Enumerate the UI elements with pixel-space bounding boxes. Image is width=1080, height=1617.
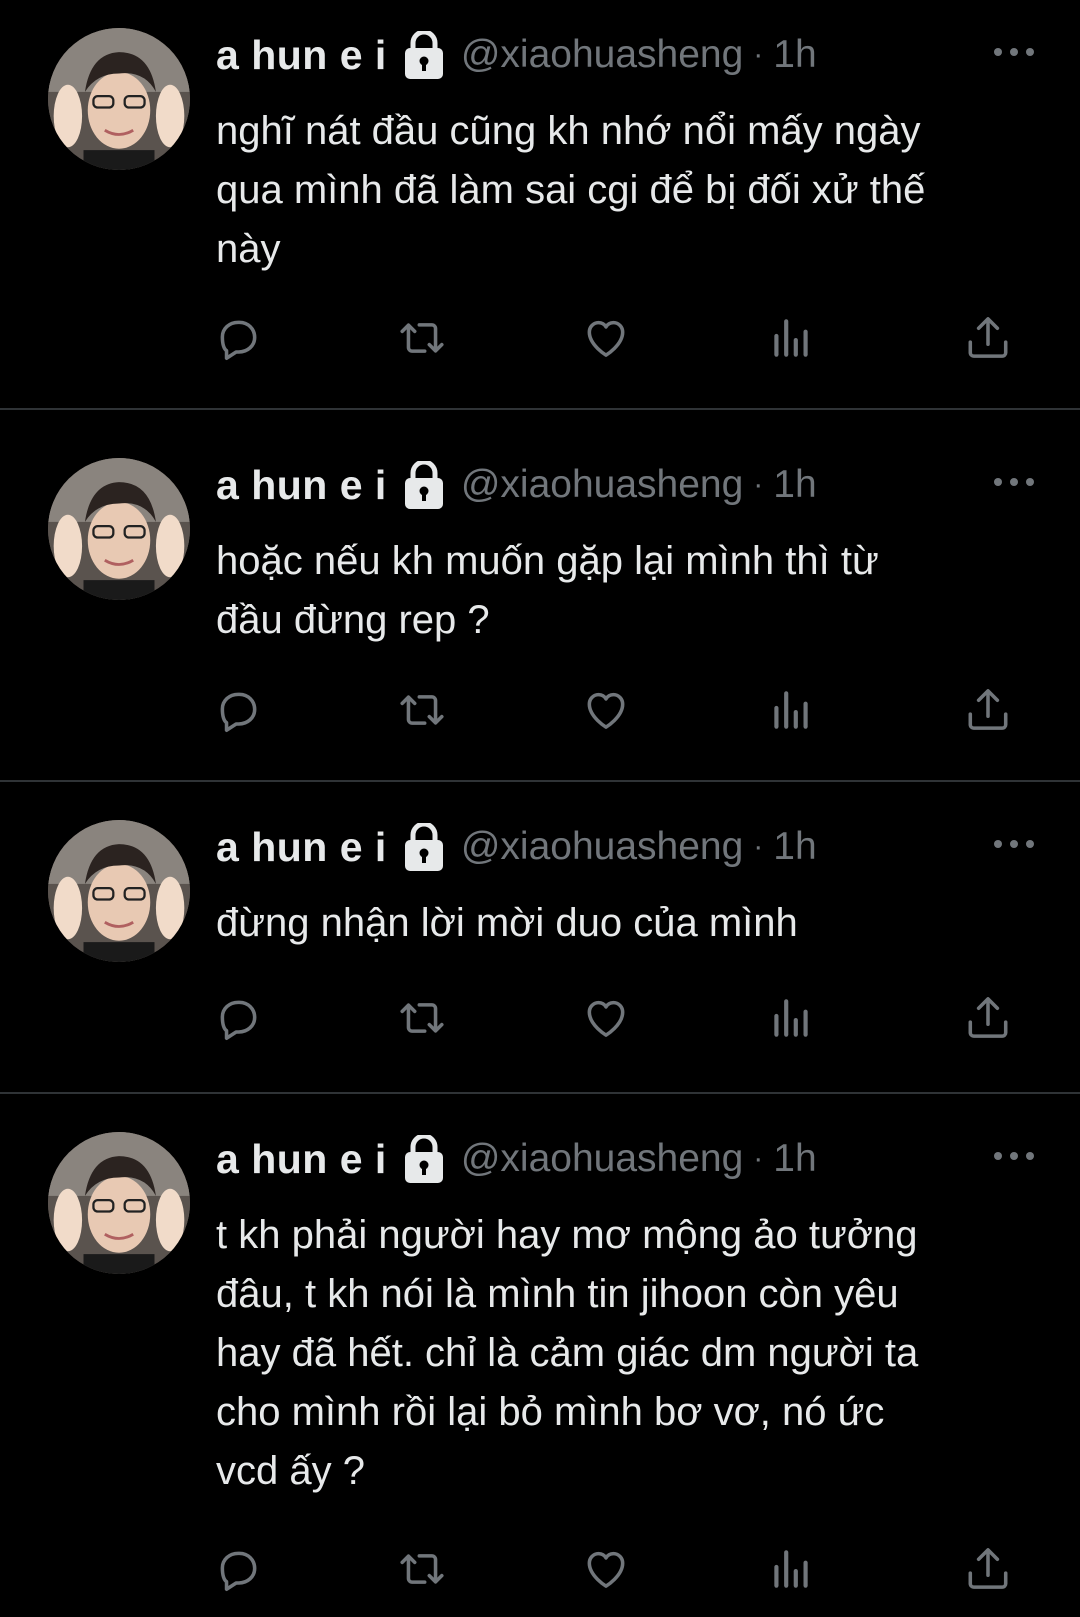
lock-icon — [404, 29, 443, 79]
handle[interactable]: @xiaohuasheng — [461, 463, 743, 507]
avatar[interactable] — [48, 458, 190, 600]
tweet-text: t kh phải người hay mơ mộng ảo tưởng đâu… — [216, 1213, 919, 1493]
tweet[interactable]: a hun e i @xiaohuasheng · 1h đừng nhận l… — [0, 820, 1080, 1080]
tweet[interactable]: a hun e i @xiaohuasheng · 1h hoặc nếu kh… — [0, 458, 1080, 778]
avatar-image — [48, 28, 190, 170]
views-button[interactable] — [763, 682, 819, 738]
like-button[interactable] — [578, 682, 634, 738]
retweet-icon — [400, 1554, 444, 1584]
display-name[interactable]: a hun e i — [216, 1136, 387, 1183]
action-bar — [210, 990, 1040, 1046]
retweet-icon — [400, 323, 444, 353]
separator-dot: · — [753, 830, 764, 863]
reply-icon — [220, 1551, 257, 1591]
like-button[interactable] — [578, 310, 634, 366]
avatar[interactable] — [48, 1132, 190, 1274]
separator-dot: · — [753, 1142, 764, 1175]
analytics-icon — [774, 691, 808, 729]
display-name[interactable]: a hun e i — [216, 462, 387, 509]
reply-button[interactable] — [210, 1541, 266, 1597]
tweet-header: a hun e i @xiaohuasheng · 1h — [216, 458, 817, 512]
analytics-icon — [774, 319, 808, 357]
timestamp[interactable]: 1h — [773, 825, 816, 869]
views-button[interactable] — [763, 1541, 819, 1597]
display-name[interactable]: a hun e i — [216, 824, 387, 871]
tweet-text: hoặc nếu kh muốn gặp lại mình thì từ đầu… — [216, 539, 879, 642]
timestamp[interactable]: 1h — [773, 463, 816, 507]
views-button[interactable] — [763, 990, 819, 1046]
timestamp[interactable]: 1h — [773, 33, 816, 77]
divider — [0, 1092, 1080, 1094]
share-icon — [968, 1548, 1008, 1589]
like-button[interactable] — [578, 1541, 634, 1597]
tweet-header: a hun e i @xiaohuasheng · 1h — [216, 1132, 817, 1186]
reply-icon — [220, 1000, 257, 1040]
lock-icon — [404, 1133, 443, 1183]
reply-button[interactable] — [210, 990, 266, 1046]
tweet-header: a hun e i @xiaohuasheng · 1h — [216, 28, 817, 82]
lock-icon — [404, 459, 443, 509]
divider — [0, 408, 1080, 410]
reply-icon — [220, 320, 257, 360]
share-button[interactable] — [960, 682, 1016, 738]
analytics-icon — [774, 1550, 808, 1588]
separator-dot: · — [753, 38, 764, 71]
tweet-header: a hun e i @xiaohuasheng · 1h — [216, 820, 817, 874]
timestamp[interactable]: 1h — [773, 1137, 816, 1181]
avatar[interactable] — [48, 28, 190, 170]
action-bar — [210, 682, 1040, 738]
retweet-button[interactable] — [394, 990, 450, 1046]
more-icon[interactable] — [994, 1150, 1034, 1162]
heart-icon — [587, 320, 625, 357]
retweet-button[interactable] — [394, 1541, 450, 1597]
divider — [0, 780, 1080, 782]
more-icon[interactable] — [994, 46, 1034, 58]
avatar-image — [48, 458, 190, 600]
action-bar — [210, 310, 1040, 366]
share-button[interactable] — [960, 1541, 1016, 1597]
timeline: a hun e i @xiaohuasheng · 1h nghĩ nát đầ… — [0, 0, 1080, 1617]
retweet-button[interactable] — [394, 310, 450, 366]
share-icon — [968, 689, 1008, 730]
avatar-image — [48, 1132, 190, 1274]
more-icon[interactable] — [994, 476, 1034, 488]
heart-icon — [587, 1000, 625, 1037]
action-bar — [210, 1541, 1040, 1597]
reply-icon — [220, 692, 257, 732]
reply-button[interactable] — [210, 682, 266, 738]
tweet-text: đừng nhận lời mời duo của mình — [216, 901, 798, 945]
retweet-icon — [400, 695, 444, 725]
separator-dot: · — [753, 468, 764, 501]
heart-icon — [587, 692, 625, 729]
share-icon — [968, 317, 1008, 358]
retweet-icon — [400, 1003, 444, 1033]
share-icon — [968, 997, 1008, 1038]
handle[interactable]: @xiaohuasheng — [461, 825, 743, 869]
more-icon[interactable] — [994, 838, 1034, 850]
handle[interactable]: @xiaohuasheng — [461, 33, 743, 77]
tweet[interactable]: a hun e i @xiaohuasheng · 1h t kh phải n… — [0, 1132, 1080, 1612]
heart-icon — [587, 1551, 625, 1588]
avatar[interactable] — [48, 820, 190, 962]
retweet-button[interactable] — [394, 682, 450, 738]
views-button[interactable] — [763, 310, 819, 366]
display-name[interactable]: a hun e i — [216, 32, 387, 79]
handle[interactable]: @xiaohuasheng — [461, 1137, 743, 1181]
like-button[interactable] — [578, 990, 634, 1046]
avatar-image — [48, 820, 190, 962]
tweet-text: nghĩ nát đầu cũng kh nhớ nổi mấy ngày qu… — [216, 109, 926, 271]
analytics-icon — [774, 999, 808, 1037]
share-button[interactable] — [960, 990, 1016, 1046]
tweet[interactable]: a hun e i @xiaohuasheng · 1h nghĩ nát đầ… — [0, 28, 1080, 408]
share-button[interactable] — [960, 310, 1016, 366]
lock-icon — [404, 821, 443, 871]
reply-button[interactable] — [210, 310, 266, 366]
